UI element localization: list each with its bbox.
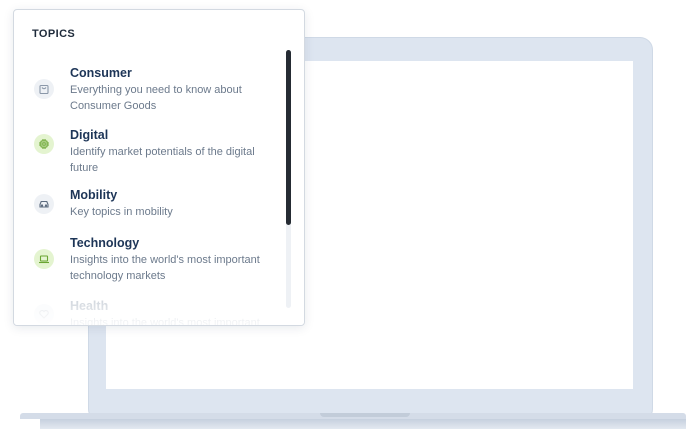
heart-icon (34, 304, 54, 324)
chip-icon (34, 134, 54, 154)
car-icon (34, 194, 54, 214)
topic-description: Everything you need to know about Consum… (70, 84, 242, 112)
laptop-base-bottom (40, 419, 686, 429)
topic-label: Technology (70, 236, 140, 250)
topic-description: Insights into the world's most important (70, 317, 260, 326)
topic-label: Consumer (70, 66, 132, 80)
laptop-base (20, 413, 686, 429)
shopping-bag-icon (34, 79, 54, 99)
topic-label: Health (70, 299, 109, 313)
topic-description: Insights into the world's most important… (70, 254, 260, 282)
laptop-notch (320, 413, 410, 417)
topic-description: Identify market potentials of the digita… (70, 146, 255, 174)
topics-dropdown: TOPICS Consumer Everything you need to k… (13, 9, 305, 326)
scrollbar-thumb[interactable] (286, 50, 291, 225)
topic-description: Key topics in mobility (70, 206, 173, 218)
topics-list: TOPICS Consumer Everything you need to k… (14, 10, 304, 326)
laptop-icon (34, 249, 54, 269)
topic-label: Digital (70, 128, 109, 142)
topics-heading: TOPICS (32, 28, 76, 40)
topic-label: Mobility (70, 188, 118, 202)
